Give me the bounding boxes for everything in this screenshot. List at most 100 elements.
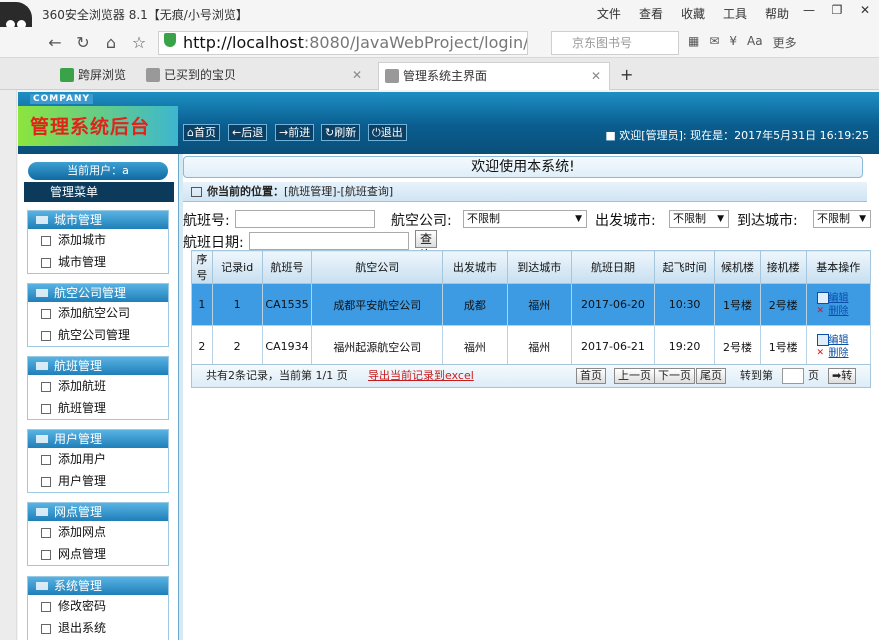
more-button[interactable]: 更多 — [773, 34, 797, 51]
first-page-button[interactable]: 首页 — [576, 368, 606, 384]
group-title[interactable]: 航空公司管理 — [28, 284, 168, 302]
last-page-button[interactable]: 尾页 — [696, 368, 726, 384]
main-content: 欢迎使用本系统! 你当前的位置：[航班管理]-[航班查询] 航班号: 航空公司:… — [183, 154, 879, 640]
table-row[interactable]: 2 2 CA1934 福州起源航空公司 福州 福州 2017-06-21 19:… — [191, 325, 872, 368]
breadcrumb-label: 你当前的位置： — [207, 185, 284, 198]
col-to: 到达城市 — [506, 250, 572, 284]
cell-flight-no: CA1535 — [261, 283, 313, 326]
airline-select[interactable]: 不限制 ▼ — [463, 210, 587, 228]
col-time: 起飞时间 — [653, 250, 716, 284]
cell-to: 福州 — [506, 283, 572, 326]
url-input[interactable]: http://localhost:8080/JavaWebProject/log… — [158, 31, 528, 55]
to-city-select[interactable]: 不限制 ▼ — [813, 210, 871, 228]
cell-pickup-building: 2号楼 — [759, 283, 807, 326]
tab-close-icon[interactable]: ✕ — [591, 63, 601, 89]
sidebar-item-change-password[interactable]: 修改密码 — [28, 595, 168, 617]
minimize-icon[interactable]: — — [795, 0, 823, 20]
table-row[interactable]: 1 1 CA1535 成都平安航空公司 成都 福州 2017-06-20 10:… — [191, 283, 872, 326]
sidebar-item-add-flight[interactable]: 添加航班 — [28, 375, 168, 397]
delete-link[interactable]: 删除 — [817, 347, 870, 360]
group-city: 城市管理 添加城市 城市管理 — [27, 210, 169, 274]
flight-no-label: 航班号: — [183, 213, 230, 229]
cell-airline: 成都平安航空公司 — [311, 283, 444, 326]
refresh-button[interactable]: ↻刷新 — [321, 124, 361, 141]
company-label: COMPANY — [30, 94, 93, 104]
from-city-select[interactable]: 不限制 ▼ — [669, 210, 729, 228]
col-record-id: 记录id — [211, 250, 263, 284]
sidebar-item-city-manage[interactable]: 城市管理 — [28, 251, 168, 273]
sidebar-item-add-airline[interactable]: 添加航空公司 — [28, 302, 168, 324]
cell-time: 10:30 — [653, 283, 716, 326]
star-icon[interactable]: ☆ — [128, 32, 150, 54]
browser-menu: 文件 查看 收藏 工具 帮助 — [597, 5, 789, 22]
col-flight-no: 航班号 — [261, 250, 313, 284]
tab-purchased[interactable]: 已买到的宝贝 ✕ — [140, 62, 370, 90]
apps-icon[interactable]: ▦ — [688, 34, 699, 51]
app-header: COMPANY 管理系统后台 ⌂首页 ←后退 →前进 ↻刷新 ⏻退出 ■ 欢迎[… — [18, 92, 879, 154]
cell-from: 福州 — [442, 325, 508, 368]
sidebar-item-airline-manage[interactable]: 航空公司管理 — [28, 324, 168, 346]
search-input[interactable]: 京东图书号 — [551, 31, 679, 55]
location-icon — [191, 187, 202, 197]
search-placeholder: 京东图书号 — [572, 36, 633, 50]
menu-tools[interactable]: 工具 — [723, 5, 747, 22]
flight-date-input[interactable] — [249, 232, 409, 250]
group-title[interactable]: 网点管理 — [28, 503, 168, 521]
new-tab-icon[interactable]: + — [614, 62, 638, 90]
col-date: 航班日期 — [570, 250, 655, 284]
close-icon[interactable]: ✕ — [851, 0, 879, 20]
col-airline: 航空公司 — [311, 250, 444, 284]
restore-icon[interactable]: ❐ — [823, 0, 851, 20]
sidebar-item-user-manage[interactable]: 用户管理 — [28, 470, 168, 492]
back-button[interactable]: ←后退 — [228, 124, 268, 141]
col-waiting-building: 候机楼 — [714, 250, 761, 284]
group-title[interactable]: 系统管理 — [28, 577, 168, 595]
col-seq: 序号 — [191, 250, 213, 284]
logout-button[interactable]: ⏻退出 — [368, 124, 407, 141]
tab-close-icon[interactable]: ✕ — [352, 62, 362, 88]
url-path: :8080/JavaWebProject/login/ — [303, 33, 528, 52]
toolbar-right: ▦ ✉ ¥ Aa 更多 — [688, 34, 797, 51]
sidebar-item-add-outlet[interactable]: 添加网点 — [28, 521, 168, 543]
sidebar-item-logout[interactable]: 退出系统 — [28, 617, 168, 639]
prev-page-button[interactable]: 上一页 — [614, 368, 655, 384]
home-button[interactable]: ⌂首页 — [183, 124, 220, 141]
tab-label: 管理系统主界面 — [403, 69, 488, 83]
export-excel-link[interactable]: 导出当前记录到excel — [368, 365, 474, 387]
cell-to: 福州 — [506, 325, 572, 368]
edit-link[interactable]: 编辑 — [816, 291, 870, 305]
edit-link[interactable]: 编辑 — [816, 333, 870, 347]
flight-no-input[interactable] — [235, 210, 375, 228]
airline-label: 航空公司: — [391, 213, 452, 229]
goto-page-input[interactable] — [782, 368, 804, 384]
mail-icon[interactable]: ✉ — [709, 34, 719, 51]
forward-button[interactable]: →前进 — [275, 124, 315, 141]
url-host: http://localhost — [183, 33, 304, 52]
group-title[interactable]: 航班管理 — [28, 357, 168, 375]
current-user: 当前用户：a — [28, 162, 168, 180]
group-system: 系统管理 修改密码 退出系统 — [27, 576, 169, 640]
sidebar-item-add-city[interactable]: 添加城市 — [28, 229, 168, 251]
sidebar-item-add-user[interactable]: 添加用户 — [28, 448, 168, 470]
group-title[interactable]: 用户管理 — [28, 430, 168, 448]
next-page-button[interactable]: 下一页 — [654, 368, 695, 384]
home-icon[interactable]: ⌂ — [100, 32, 122, 54]
menu-file[interactable]: 文件 — [597, 5, 621, 22]
money-icon[interactable]: ¥ — [729, 34, 737, 51]
back-arrow-icon[interactable]: ← — [44, 32, 66, 54]
menu-help[interactable]: 帮助 — [765, 5, 789, 22]
reload-icon[interactable]: ↻ — [72, 32, 94, 54]
tab-main-interface[interactable]: 管理系统主界面 ✕ — [378, 62, 610, 90]
tab-cross-screen[interactable]: 跨屏浏览 — [54, 62, 134, 90]
translate-icon[interactable]: Aa — [747, 34, 763, 51]
menu-title: 管理菜单 — [24, 182, 174, 202]
group-title[interactable]: 城市管理 — [28, 211, 168, 229]
sidebar-item-flight-manage[interactable]: 航班管理 — [28, 397, 168, 419]
go-button[interactable]: ➡转 — [828, 368, 857, 384]
security-shield-icon — [164, 33, 176, 47]
menu-favorites[interactable]: 收藏 — [681, 5, 705, 22]
delete-link[interactable]: 删除 — [817, 305, 870, 318]
sidebar-item-outlet-manage[interactable]: 网点管理 — [28, 543, 168, 565]
menu-view[interactable]: 查看 — [639, 5, 663, 22]
query-button[interactable]: 查询 — [415, 230, 438, 262]
